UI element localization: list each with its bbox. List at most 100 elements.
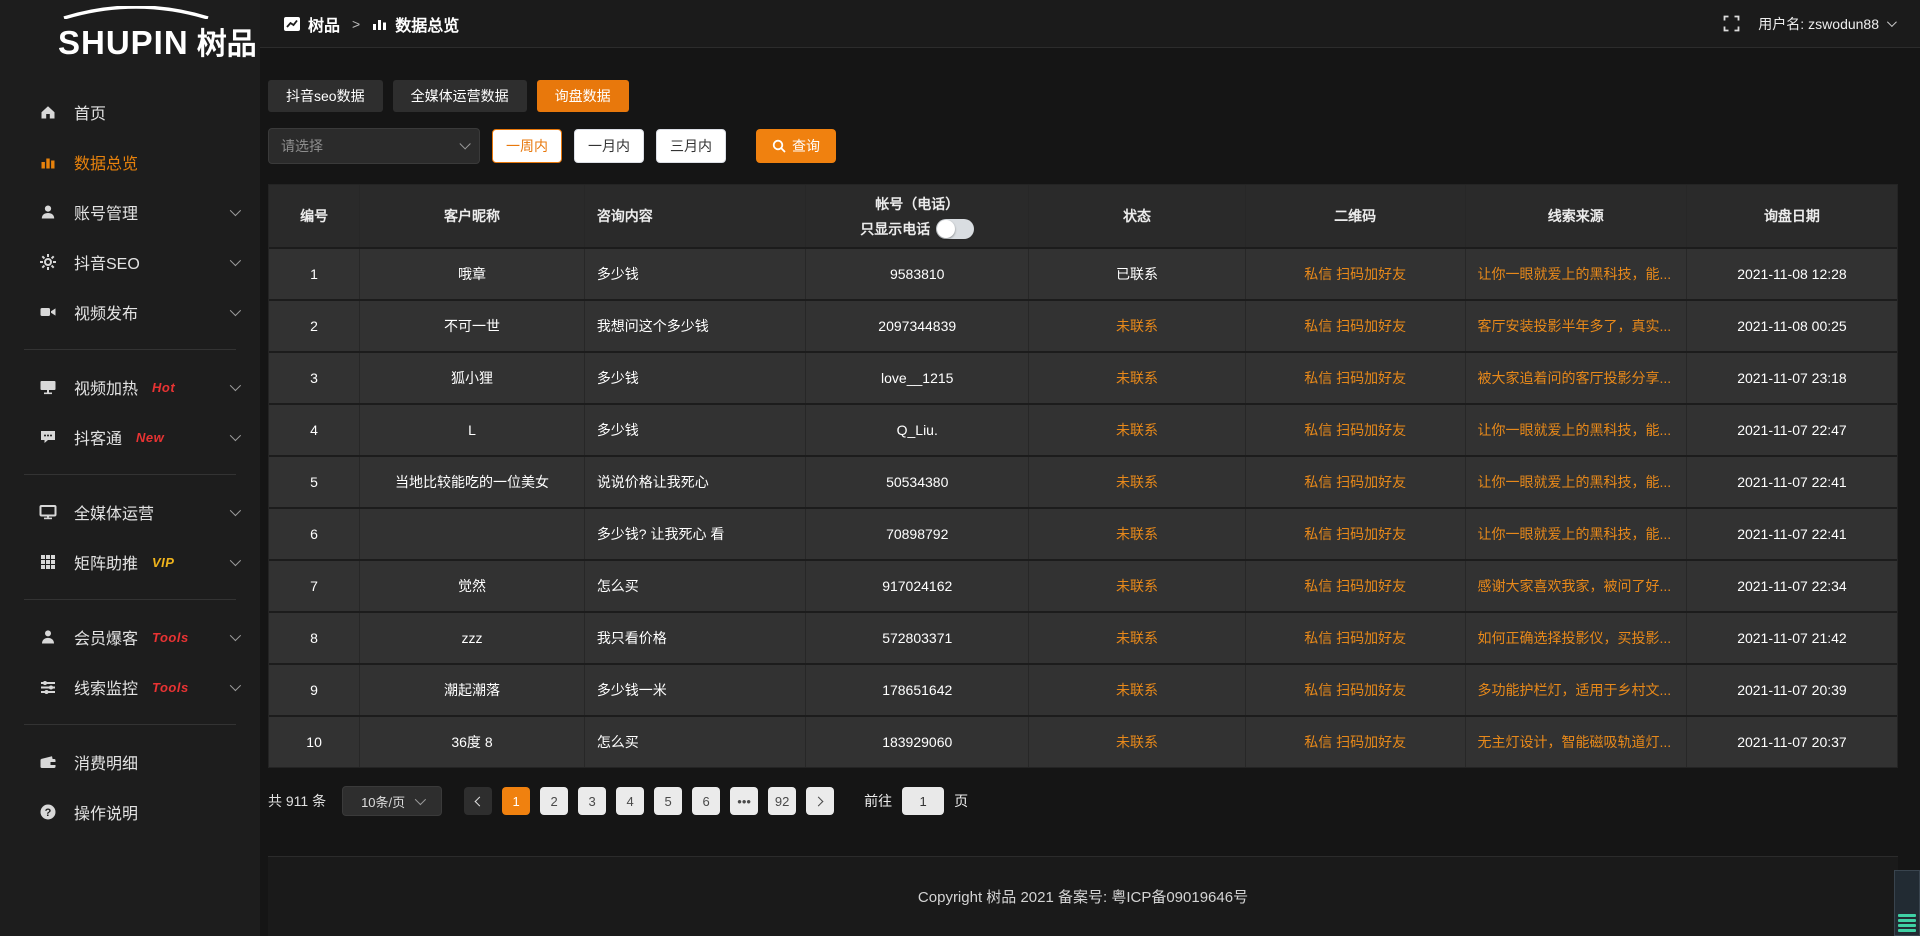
cell-qrcode-link[interactable]: 私信 扫码加好友 xyxy=(1246,249,1466,299)
content-area: 抖音seo数据 全媒体运营数据 询盘数据 请选择 一周内 一月内 三月内 查询 … xyxy=(260,48,1920,936)
chevron-down-icon xyxy=(230,505,241,516)
cell-qrcode-link[interactable]: 私信 扫码加好友 xyxy=(1246,353,1466,403)
cell-content: 多少钱一米 xyxy=(585,665,806,715)
sidebar-item-doukertong[interactable]: 抖客通 New xyxy=(0,412,260,462)
page-size-select[interactable]: 10条/页 xyxy=(342,786,442,816)
cell-qrcode-link[interactable]: 私信 扫码加好友 xyxy=(1246,665,1466,715)
cell-qrcode-link[interactable]: 私信 扫码加好友 xyxy=(1246,457,1466,507)
table-row: 6 多少钱? 让我死心 看 70898792 未联系 私信 扫码加好友 让你一眼… xyxy=(269,507,1897,559)
table-row: 10 36度 8 怎么买 183929060 未联系 私信 扫码加好友 无主灯设… xyxy=(269,715,1897,767)
cell-qrcode-link[interactable]: 私信 扫码加好友 xyxy=(1246,509,1466,559)
next-page-button[interactable] xyxy=(806,787,834,815)
sidebar-item-label: 数据总览 xyxy=(74,150,138,174)
prev-page-button[interactable] xyxy=(464,787,492,815)
cell-qrcode-link[interactable]: 私信 扫码加好友 xyxy=(1246,301,1466,351)
sidebar-item-data-overview[interactable]: 数据总览 xyxy=(0,137,260,187)
logo-text-cn: 树品 xyxy=(197,19,257,63)
more-pages-button[interactable]: ••• xyxy=(730,787,758,815)
page-button[interactable]: 6 xyxy=(692,787,720,815)
cell-account: 178651642 xyxy=(806,665,1029,715)
cell-qrcode-link[interactable]: 私信 扫码加好友 xyxy=(1246,717,1466,767)
page-button[interactable]: 1 xyxy=(502,787,530,815)
cell-nickname: 觉然 xyxy=(360,561,585,611)
cell-status: 未联系 xyxy=(1029,717,1246,767)
cell-status: 未联系 xyxy=(1029,613,1246,663)
help-icon: ? xyxy=(38,802,58,822)
page-button[interactable]: 3 xyxy=(578,787,606,815)
tab-inquiry-data[interactable]: 询盘数据 xyxy=(537,80,629,112)
page-button[interactable]: 5 xyxy=(654,787,682,815)
sidebar-item-home[interactable]: 首页 xyxy=(0,87,260,137)
cell-qrcode-link[interactable]: 私信 扫码加好友 xyxy=(1246,561,1466,611)
column-header-account: 帐号（电话） 只显示电话 xyxy=(806,185,1029,247)
wallet-icon xyxy=(38,752,58,772)
period-month-button[interactable]: 一月内 xyxy=(574,129,644,163)
search-icon xyxy=(772,139,786,153)
corner-widget[interactable] xyxy=(1894,870,1920,936)
sidebar: SHUPIN 树品 首页 数据总览 账号管理 抖音SEO 视频发布 xyxy=(0,0,260,936)
svg-text:?: ? xyxy=(45,807,52,819)
tab-douyin-seo-data[interactable]: 抖音seo数据 xyxy=(268,80,383,112)
sidebar-item-member-leads[interactable]: 会员爆客 Tools xyxy=(0,612,260,662)
phone-only-toggle[interactable] xyxy=(936,219,974,239)
cell-source-link[interactable]: 感谢大家喜欢我家，被问了好... xyxy=(1466,561,1687,611)
sidebar-item-operation-guide[interactable]: ? 操作说明 xyxy=(0,787,260,837)
page-button[interactable]: 4 xyxy=(616,787,644,815)
cell-source-link[interactable]: 被大家追着问的客厅投影分享... xyxy=(1466,353,1687,403)
username-value: zswodun88 xyxy=(1808,16,1879,32)
sidebar-item-douyin-seo[interactable]: 抖音SEO xyxy=(0,237,260,287)
copyright-text: Copyright 树品 2021 备案号: 粤ICP备09019646号 xyxy=(918,886,1248,907)
table-row: 4 L 多少钱 Q_Liu. 未联系 私信 扫码加好友 让你一眼就爱上的黑科技，… xyxy=(269,403,1897,455)
chevron-down-icon xyxy=(230,430,241,441)
cell-status: 未联系 xyxy=(1029,561,1246,611)
breadcrumb-app[interactable]: 树品 xyxy=(308,12,340,36)
cell-nickname xyxy=(360,509,585,559)
sidebar-item-matrix-boost[interactable]: 矩阵助推 VIP xyxy=(0,537,260,587)
grid-icon xyxy=(38,552,58,572)
chevron-down-icon xyxy=(230,680,241,691)
cell-source-link[interactable]: 无主灯设计，智能磁吸轨道灯... xyxy=(1466,717,1687,767)
cell-qrcode-link[interactable]: 私信 扫码加好友 xyxy=(1246,613,1466,663)
cell-qrcode-link[interactable]: 私信 扫码加好友 xyxy=(1246,405,1466,455)
cell-id: 8 xyxy=(269,613,360,663)
cell-source-link[interactable]: 让你一眼就爱上的黑科技，能... xyxy=(1466,457,1687,507)
cell-content: 多少钱 xyxy=(585,249,806,299)
sidebar-item-lead-monitoring[interactable]: 线索监控 Tools xyxy=(0,662,260,712)
filter-select[interactable]: 请选择 xyxy=(268,128,480,164)
cell-date: 2021-11-08 12:28 xyxy=(1687,249,1897,299)
app-mini-icon xyxy=(284,17,300,31)
sidebar-item-video-heating[interactable]: 视频加热 Hot xyxy=(0,362,260,412)
cell-source-link[interactable]: 让你一眼就爱上的黑科技，能... xyxy=(1466,509,1687,559)
cell-account: 50534380 xyxy=(806,457,1029,507)
cell-content: 多少钱 xyxy=(585,353,806,403)
period-week-button[interactable]: 一周内 xyxy=(492,129,562,163)
cell-source-link[interactable]: 让你一眼就爱上的黑科技，能... xyxy=(1466,249,1687,299)
sidebar-item-account-management[interactable]: 账号管理 xyxy=(0,187,260,237)
cell-id: 2 xyxy=(269,301,360,351)
cell-content: 怎么买 xyxy=(585,717,806,767)
sidebar-item-consumption-details[interactable]: 消费明细 xyxy=(0,737,260,787)
cell-source-link[interactable]: 客厅安装投影半年多了，真实... xyxy=(1466,301,1687,351)
bar-chart-icon xyxy=(38,152,58,172)
sidebar-item-omnimedia-operation[interactable]: 全媒体运营 xyxy=(0,487,260,537)
tools-badge: Tools xyxy=(152,630,189,645)
cell-source-link[interactable]: 如何正确选择投影仪，买投影... xyxy=(1466,613,1687,663)
sidebar-item-label: 操作说明 xyxy=(74,800,138,824)
cell-status: 未联系 xyxy=(1029,665,1246,715)
table-row: 9 潮起潮落 多少钱一米 178651642 未联系 私信 扫码加好友 多功能护… xyxy=(269,663,1897,715)
chevron-right-icon xyxy=(814,796,824,806)
goto-page-input[interactable] xyxy=(902,787,944,815)
period-quarter-button[interactable]: 三月内 xyxy=(656,129,726,163)
chevron-left-icon xyxy=(475,796,485,806)
page-button[interactable]: 2 xyxy=(540,787,568,815)
user-menu[interactable]: 用户名: zswodun88 xyxy=(1758,14,1894,34)
sidebar-item-video-publish[interactable]: 视频发布 xyxy=(0,287,260,337)
query-button[interactable]: 查询 xyxy=(756,129,836,163)
cell-nickname: zzz xyxy=(360,613,585,663)
chevron-down-icon xyxy=(230,380,241,391)
fullscreen-icon[interactable] xyxy=(1723,15,1740,32)
cell-source-link[interactable]: 多功能护栏灯，适用于乡村文... xyxy=(1466,665,1687,715)
page-button[interactable]: 92 xyxy=(768,787,796,815)
cell-source-link[interactable]: 让你一眼就爱上的黑科技，能... xyxy=(1466,405,1687,455)
tab-omnimedia-data[interactable]: 全媒体运营数据 xyxy=(393,80,527,112)
